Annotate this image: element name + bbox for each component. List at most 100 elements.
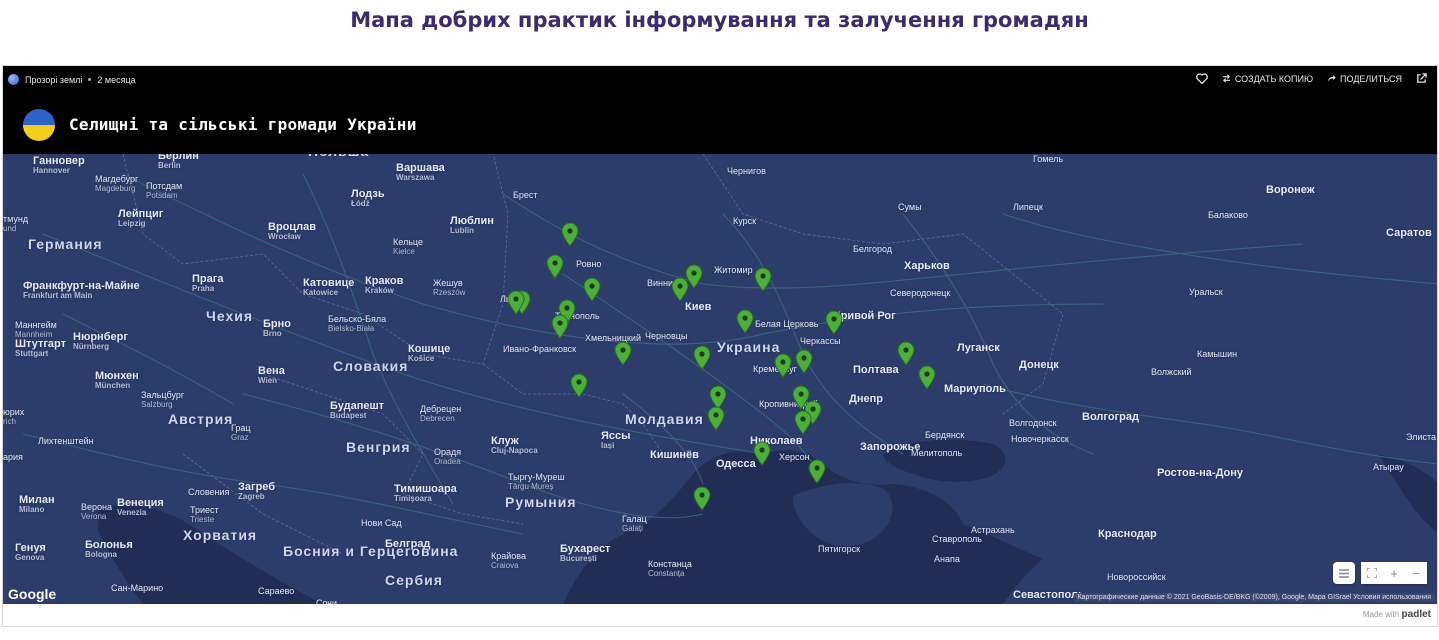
- map-pin-icon: [795, 349, 813, 374]
- city-label: Черкассы: [800, 336, 841, 346]
- city-label: Клуж Cluj-Napoca: [491, 435, 538, 456]
- city-label: Краснодар: [1098, 528, 1157, 540]
- city-label: Болонья Bologna: [85, 539, 133, 560]
- fullscreen-button[interactable]: [1361, 562, 1383, 584]
- map-pin[interactable]: [507, 290, 525, 315]
- city-label: Загреб Zagreb: [238, 481, 276, 502]
- map-pin-icon: [753, 441, 771, 466]
- map-pin[interactable]: [693, 486, 711, 511]
- city-label: Северодонецк: [890, 288, 951, 298]
- map-pin-icon: [736, 309, 754, 334]
- map-pin[interactable]: [707, 406, 725, 431]
- map-attribution[interactable]: Картографические данные © 2021 GeoBasis-…: [1073, 593, 1435, 602]
- map-pin-icon: [808, 459, 826, 484]
- city-label: Штутгарт Stuttgart: [15, 338, 67, 359]
- city-label: Харьков: [904, 260, 950, 272]
- city-label: Атырау: [1373, 462, 1404, 472]
- map-pin[interactable]: [808, 459, 826, 484]
- country-label: Украина: [717, 339, 781, 355]
- open-external-icon: [1417, 73, 1427, 83]
- map-pin[interactable]: [570, 373, 588, 398]
- map-pin[interactable]: [794, 410, 812, 435]
- city-label: Нюрнберг Nürnberg: [73, 331, 128, 352]
- city-label: Чернигов: [727, 166, 766, 176]
- map-pin[interactable]: [614, 341, 632, 366]
- map-pin[interactable]: [753, 441, 771, 466]
- map-canvas[interactable]: Германия Польша Чехия Словакия Австрия Венгри…: [3, 154, 1437, 604]
- city-label: Тыргу-Муреш Târgu Mureș: [508, 472, 565, 491]
- zoom-out-button[interactable]: −: [1405, 562, 1427, 584]
- open-external-button[interactable]: [1416, 73, 1427, 84]
- city-label: Мариуполь: [944, 383, 1006, 395]
- city-label: Прага Praha: [192, 273, 224, 294]
- country-label: Словакия: [333, 358, 409, 374]
- city-label: Новороссийск: [1107, 572, 1166, 582]
- country-label: Венгрия: [346, 439, 411, 455]
- city-label: Хмельницкий: [585, 333, 641, 343]
- map-controls: + −: [1333, 562, 1427, 584]
- city-label: Ровно: [576, 259, 602, 269]
- map-pin[interactable]: [774, 353, 792, 378]
- city-label: юрих rich: [3, 407, 25, 426]
- country-label: Хорватия: [183, 527, 258, 543]
- map-pin[interactable]: [897, 341, 915, 366]
- city-label: Жешув Rzeszów: [433, 278, 466, 297]
- map-pin-icon: [507, 290, 525, 315]
- map-pin-icon: [614, 341, 632, 366]
- city-label: Сан-Марино: [111, 583, 164, 593]
- ukraine-flag-icon: [23, 109, 55, 141]
- city-label: Кошице Košice: [408, 343, 451, 364]
- city-label: Бухарест București: [560, 543, 611, 564]
- city-label: Гомель: [1033, 154, 1064, 164]
- city-label: Анапа: [934, 554, 960, 564]
- padlet-embed: Прозорі землі 2 месяца СОЗДАТЬ КОПИЮ ПОД…: [2, 65, 1438, 627]
- city-label: Полтава: [853, 364, 899, 376]
- minus-icon: −: [1412, 565, 1420, 581]
- city-label: Тимишоара Timișoara: [394, 483, 457, 504]
- layers-button[interactable]: [1333, 562, 1355, 584]
- city-label: Бердянск: [925, 430, 965, 440]
- map-pin[interactable]: [918, 365, 936, 390]
- city-label: Люблин Lublin: [450, 215, 494, 236]
- city-label: Элиста: [1406, 432, 1436, 442]
- city-label: Краков Kraków: [365, 275, 404, 296]
- map-pin[interactable]: [736, 309, 754, 334]
- share-button[interactable]: ПОДЕЛИТЬСЯ: [1327, 74, 1402, 84]
- copy-button[interactable]: СОЗДАТЬ КОПИЮ: [1222, 74, 1313, 84]
- city-label: Грац Graz: [231, 423, 251, 442]
- city-label: Будапешт Budapest: [330, 400, 385, 421]
- zoom-in-button[interactable]: +: [1383, 562, 1405, 584]
- city-label: Кельце Kielce: [393, 237, 423, 256]
- map-pin[interactable]: [825, 310, 843, 335]
- list-icon: [1339, 568, 1349, 578]
- country-label: Молдавия: [625, 411, 704, 427]
- fullscreen-icon: [1367, 568, 1377, 578]
- map-pin[interactable]: [754, 267, 772, 292]
- city-label: Новочеркасск: [1011, 434, 1069, 444]
- heart-icon: [1195, 73, 1208, 84]
- city-label: Воронеж: [1266, 184, 1315, 196]
- city-label: Ганновер Hannover: [33, 155, 85, 176]
- map-pin[interactable]: [685, 264, 703, 289]
- like-button[interactable]: [1195, 73, 1208, 84]
- map-pin[interactable]: [795, 349, 813, 374]
- country-label: Австрия: [168, 411, 234, 427]
- city-label: Милан Milano: [19, 494, 55, 515]
- city-label: Одесса: [716, 458, 756, 470]
- city-label: Яссы Iași: [601, 430, 631, 451]
- author-name[interactable]: Прозорі землі: [25, 75, 82, 85]
- map-pin[interactable]: [561, 222, 579, 247]
- city-label: Киев: [685, 301, 712, 313]
- globe-icon: [8, 74, 19, 85]
- map-pin-icon: [825, 310, 843, 335]
- map-pin[interactable]: [693, 345, 711, 370]
- zoom-group: + −: [1361, 562, 1427, 584]
- map-pin[interactable]: [546, 254, 564, 279]
- map-pin-icon: [546, 254, 564, 279]
- city-label: Сумы: [898, 202, 922, 212]
- city-label: Сараево: [258, 586, 295, 596]
- map-pin-icon: [897, 341, 915, 366]
- made-with-padlet[interactable]: Made with padlet: [1363, 609, 1431, 620]
- map-pin[interactable]: [583, 277, 601, 302]
- map-pin[interactable]: [551, 314, 569, 339]
